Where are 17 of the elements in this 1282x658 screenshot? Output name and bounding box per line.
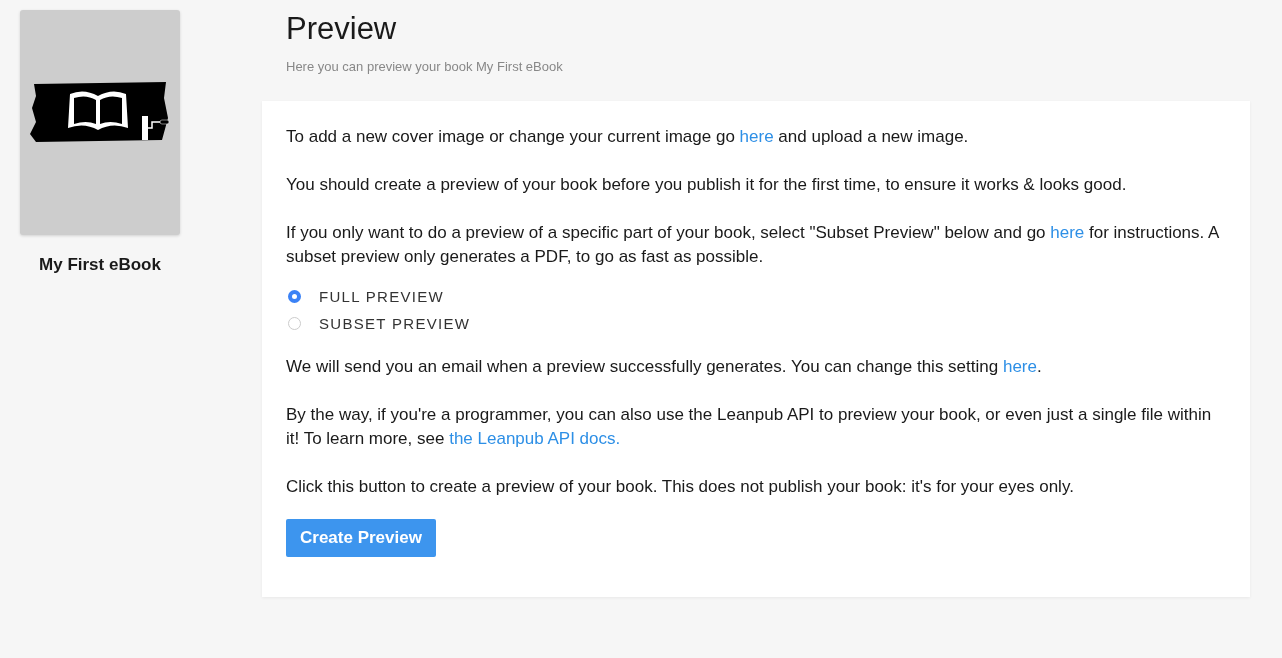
radio-icon[interactable] [288,290,301,303]
link[interactable]: here [1002,357,1037,376]
link[interactable]: here [1050,223,1085,242]
paragraph: If you only want to do a preview of a specific part of your book, select "Subset Preview" below and go here for instructions. A subset preview only generates a PDF, to go as fast as possible. [286,222,1220,268]
paragraph: Click this button to create a preview of your book. This does not publish your book: it's for your eyes only. [286,476,1075,498]
paragraph: You should create a preview of your book before you publish it for the first time, to ensure it works & looks good. [286,174,1128,196]
book-title: My First eBook [38,255,162,275]
page-subtitle: Here you can preview your book My First eBook [286,59,564,74]
radio-option[interactable]: SUBSET PREVIEW [286,314,1226,333]
page-title: Preview [286,11,398,47]
link[interactable]: here [739,127,774,146]
radio-option[interactable]: FULL PREVIEW [286,287,1226,306]
paragraph: By the way, if you're a programmer, you can also use the Leanpub API to preview your book, or even just a single file within it! To learn more, see the Leanpub API docs. [286,404,1213,450]
create-preview-button[interactable]: Create Preview [286,519,436,557]
link[interactable]: the Leanpub API docs. [449,429,621,448]
paragraph: We will send you an email when a preview successfully generates. You can change this setting here. [286,356,1043,378]
paragraph: To add a new cover image or change your current image go here and upload a new image. [286,126,970,148]
